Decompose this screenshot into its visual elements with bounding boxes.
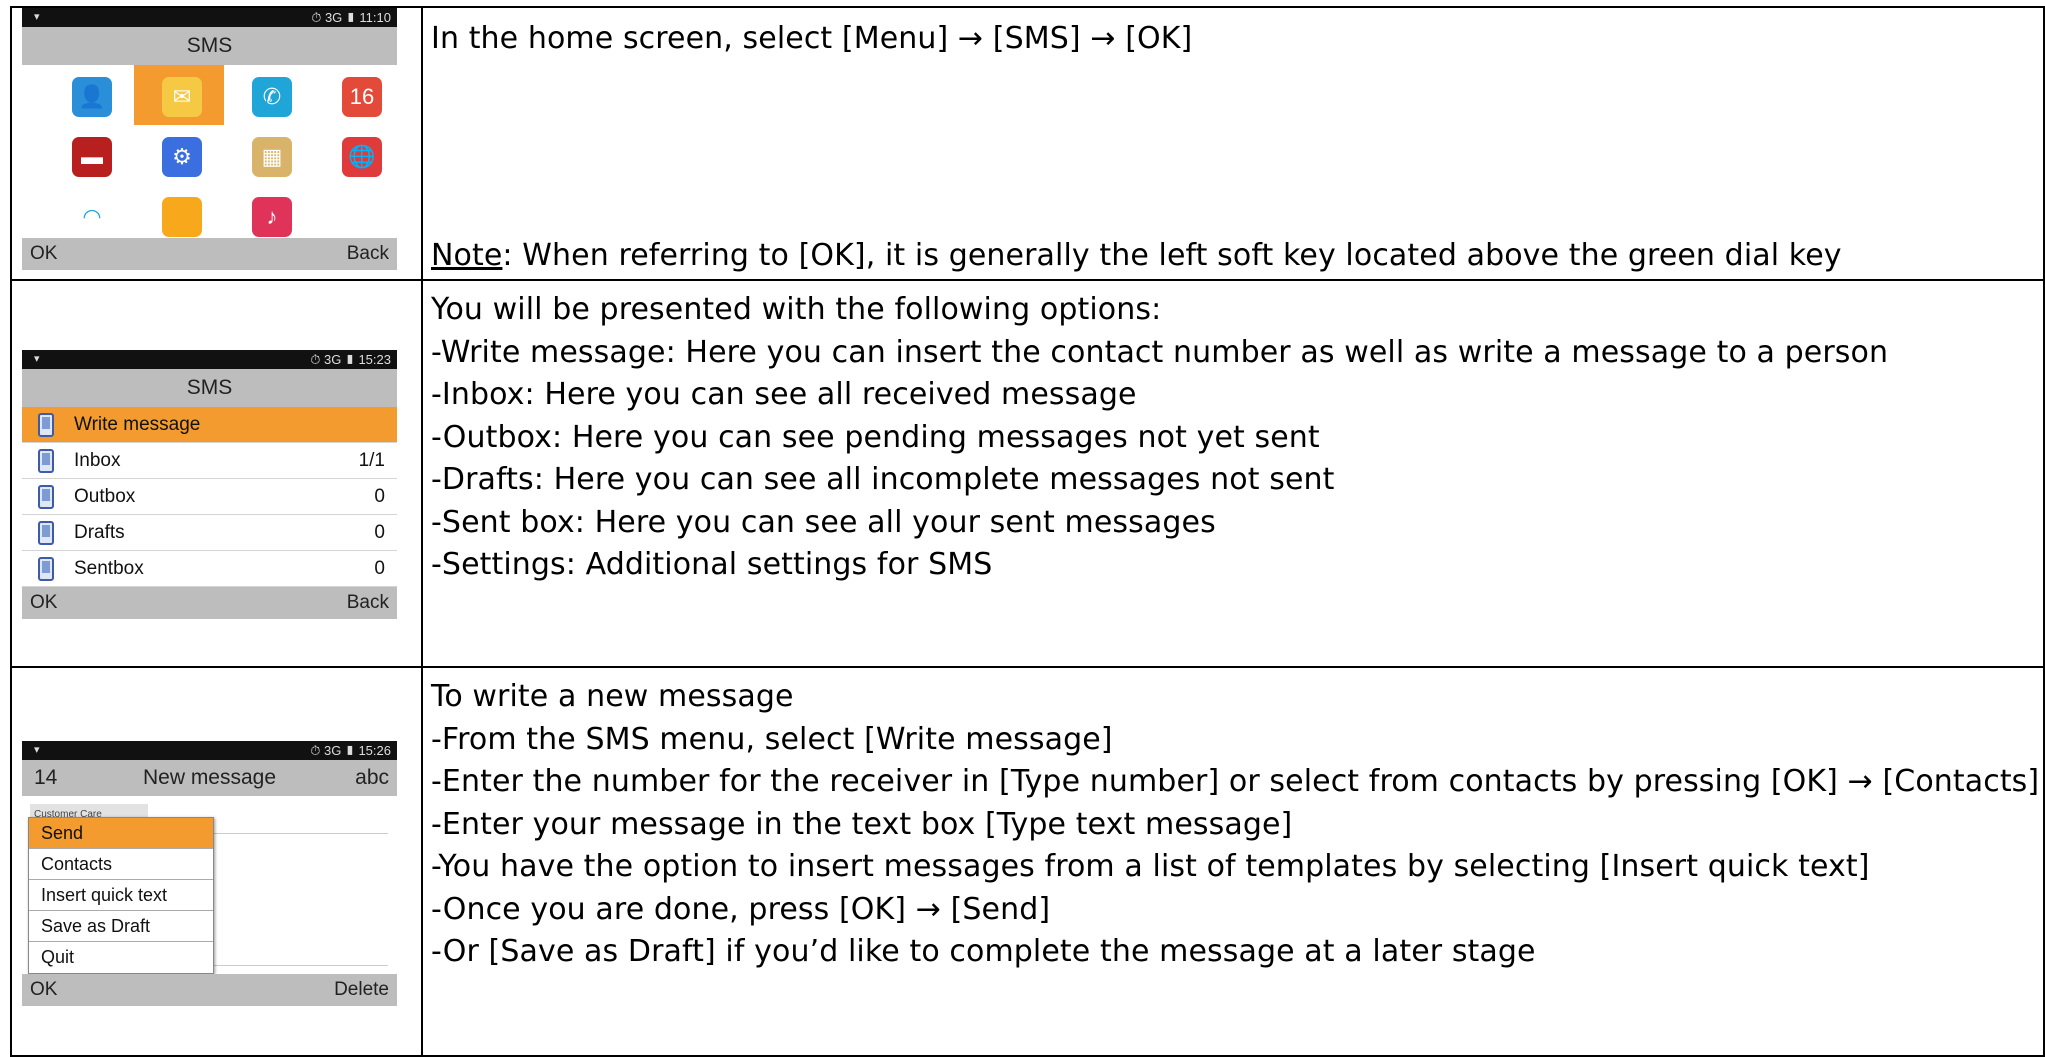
right-soft-key[interactable]: Delete bbox=[334, 974, 389, 1006]
list-item-count: 0 bbox=[374, 486, 385, 507]
app-tile[interactable]: 🌐 bbox=[314, 125, 397, 185]
app-tile[interactable]: ◠ bbox=[44, 185, 134, 245]
status-right: ⏱ 3G ▮ 15:23 bbox=[310, 352, 391, 367]
app-tile[interactable]: ⚙ bbox=[134, 125, 224, 185]
list-item-label: Inbox bbox=[74, 450, 121, 471]
browser-icon: 🌐 bbox=[342, 137, 382, 177]
phone-screenshot-new-message: ▾ ⏱ 3G ▮ 15:26 New message 14 abc Custom… bbox=[22, 741, 397, 1006]
list-item-label: Sentbox bbox=[74, 558, 144, 579]
table-row-new-message: ▾ ⏱ 3G ▮ 15:26 New message 14 abc Custom… bbox=[12, 668, 2043, 1057]
instruction-line: In the home screen, select [Menu] → [SMS… bbox=[431, 21, 1193, 56]
app-tile[interactable]: 16 bbox=[314, 65, 397, 125]
music-icon: ♪ bbox=[252, 197, 292, 237]
menu-item[interactable]: Insert quick text bbox=[29, 880, 213, 911]
app-tile[interactable]: ▦ bbox=[224, 125, 314, 185]
instruction-line: -Write message: Here you can insert the … bbox=[431, 334, 1889, 370]
list-item[interactable]: Drafts 0 bbox=[22, 515, 397, 551]
message-box-icon bbox=[38, 557, 54, 581]
instruction-text: You will be presented with the following… bbox=[431, 281, 2033, 666]
phone-screenshot-home-menu: ▾ ⏱ 3G ▮ 11:10 SMS 👤 ✉ ✆ 16 ▬ ⚙ ▦ 🌐 ◠ ♪ OK Back bbox=[22, 8, 397, 270]
app-tile[interactable]: ▬ bbox=[44, 125, 134, 185]
note-text: : When referring to [OK], it is generall… bbox=[502, 238, 1842, 273]
menu-item[interactable]: Save as Draft bbox=[29, 911, 213, 942]
status-right: ⏱ 3G ▮ 11:10 bbox=[311, 10, 391, 25]
screen-title: SMS bbox=[22, 369, 397, 407]
right-soft-key[interactable]: Back bbox=[347, 238, 389, 270]
instruction-line: -Settings: Additional settings for SMS bbox=[431, 547, 993, 582]
list-item-label: Outbox bbox=[74, 486, 136, 507]
instructions-table: ▾ ⏱ 3G ▮ 11:10 SMS 👤 ✉ ✆ 16 ▬ ⚙ ▦ 🌐 ◠ ♪ OK Back … bbox=[10, 6, 2045, 1057]
left-soft-key[interactable]: OK bbox=[30, 587, 57, 619]
status-bar: ▾ ⏱ 3G ▮ 15:23 bbox=[22, 350, 397, 369]
note-line: Note: When referring to [OK], it is gene… bbox=[431, 237, 1842, 275]
status-right: ⏱ 3G ▮ 15:26 bbox=[310, 743, 391, 758]
wifi-icon: ◠ bbox=[82, 204, 102, 229]
menu-item[interactable]: Quit bbox=[29, 942, 213, 973]
signal-icon: ▾ bbox=[34, 744, 40, 756]
instruction-line: -You have the option to insert messages … bbox=[431, 849, 1870, 884]
instruction-line: -Enter your message in the text box [Typ… bbox=[431, 806, 1293, 842]
input-mode: abc bbox=[355, 766, 389, 789]
list-item-count: 1/1 bbox=[358, 450, 385, 471]
right-soft-key[interactable]: Back bbox=[347, 587, 389, 619]
list-item[interactable]: Write message bbox=[22, 407, 397, 443]
instruction-line: -Inbox: Here you can see all received me… bbox=[431, 377, 1137, 412]
screen-title: SMS bbox=[22, 27, 397, 65]
phone-icon: ✆ bbox=[252, 77, 292, 117]
phone-screenshot-sms-menu: ▾ ⏱ 3G ▮ 15:23 SMS Write message Inbox 1/1… bbox=[22, 350, 397, 619]
settings-icon: ⚙ bbox=[162, 137, 202, 177]
list-item-count: 0 bbox=[374, 522, 385, 543]
calendar-icon: 16 bbox=[342, 77, 382, 117]
message-box-icon bbox=[38, 413, 54, 437]
instruction-line: -Drafts: Here you can see all incomplete… bbox=[431, 462, 1335, 497]
soft-key-bar: OK Back bbox=[22, 587, 397, 619]
instruction-line: To write a new message bbox=[431, 679, 794, 714]
folder-icon bbox=[162, 197, 202, 237]
table-row-home-screen: ▾ ⏱ 3G ▮ 11:10 SMS 👤 ✉ ✆ 16 ▬ ⚙ ▦ 🌐 ◠ ♪ OK Back … bbox=[12, 8, 2043, 279]
toolbox-icon: ▬ bbox=[72, 137, 112, 177]
list-item-label: Write message bbox=[74, 414, 201, 435]
instruction-line: -Once you are done, press [OK] → [Send] bbox=[431, 891, 1051, 927]
instruction-text: In the home screen, select [Menu] → [SMS… bbox=[431, 8, 2033, 279]
menu-item[interactable]: Send bbox=[29, 818, 213, 849]
options-popup-menu: Send Contacts Insert quick text Save as Dra… bbox=[28, 817, 214, 974]
list-item-label: Drafts bbox=[74, 522, 125, 543]
instruction-text: To write a new message -From the SMS menu… bbox=[431, 668, 2039, 1057]
status-bar: ▾ ⏱ 3G ▮ 15:26 bbox=[22, 741, 397, 760]
radio-icon: ▦ bbox=[252, 137, 292, 177]
left-soft-key[interactable]: OK bbox=[30, 974, 57, 1006]
messages-icon: ✉ bbox=[162, 77, 202, 117]
soft-key-bar: OK Back bbox=[22, 238, 397, 270]
char-count: 14 bbox=[34, 766, 58, 789]
app-tile[interactable]: 👤 bbox=[44, 65, 134, 125]
instruction-line: -Outbox: Here you can see pending messag… bbox=[431, 419, 1320, 455]
contacts-icon: 👤 bbox=[72, 77, 112, 117]
list-item[interactable]: Outbox 0 bbox=[22, 479, 397, 515]
instruction-line: You will be presented with the following… bbox=[431, 292, 1162, 327]
signal-icon: ▾ bbox=[34, 353, 40, 365]
list-item[interactable]: Inbox 1/1 bbox=[22, 443, 397, 479]
instruction-line: -Or [Save as Draft] if you’d like to com… bbox=[431, 934, 1536, 969]
screen-title-bar: New message 14 abc bbox=[22, 760, 397, 796]
soft-key-bar: OK Delete bbox=[22, 974, 397, 1006]
instruction-line: -Enter the number for the receiver in [T… bbox=[431, 764, 2040, 799]
app-tile[interactable] bbox=[134, 185, 224, 245]
app-tile[interactable]: ✆ bbox=[224, 65, 314, 125]
note-label: Note bbox=[431, 238, 503, 273]
app-tile[interactable]: ✉ bbox=[134, 65, 224, 125]
message-box-icon bbox=[38, 485, 54, 509]
signal-icon: ▾ bbox=[34, 11, 40, 23]
list-item-count: 0 bbox=[374, 558, 385, 579]
message-box-icon bbox=[38, 449, 54, 473]
menu-item[interactable]: Contacts bbox=[29, 849, 213, 880]
instruction-line: -From the SMS menu, select [Write messag… bbox=[431, 721, 1113, 757]
left-soft-key[interactable]: OK bbox=[30, 238, 57, 270]
instruction-line: -Sent box: Here you can see all your sen… bbox=[431, 504, 1216, 540]
list-item[interactable]: Sentbox 0 bbox=[22, 551, 397, 587]
status-bar: ▾ ⏱ 3G ▮ 11:10 bbox=[22, 8, 397, 27]
app-tile[interactable]: ♪ bbox=[224, 185, 314, 245]
table-row-sms-menu: ▾ ⏱ 3G ▮ 15:23 SMS Write message Inbox 1/1… bbox=[12, 281, 2043, 666]
message-box-icon bbox=[38, 521, 54, 545]
screen-title: New message bbox=[142, 766, 277, 789]
